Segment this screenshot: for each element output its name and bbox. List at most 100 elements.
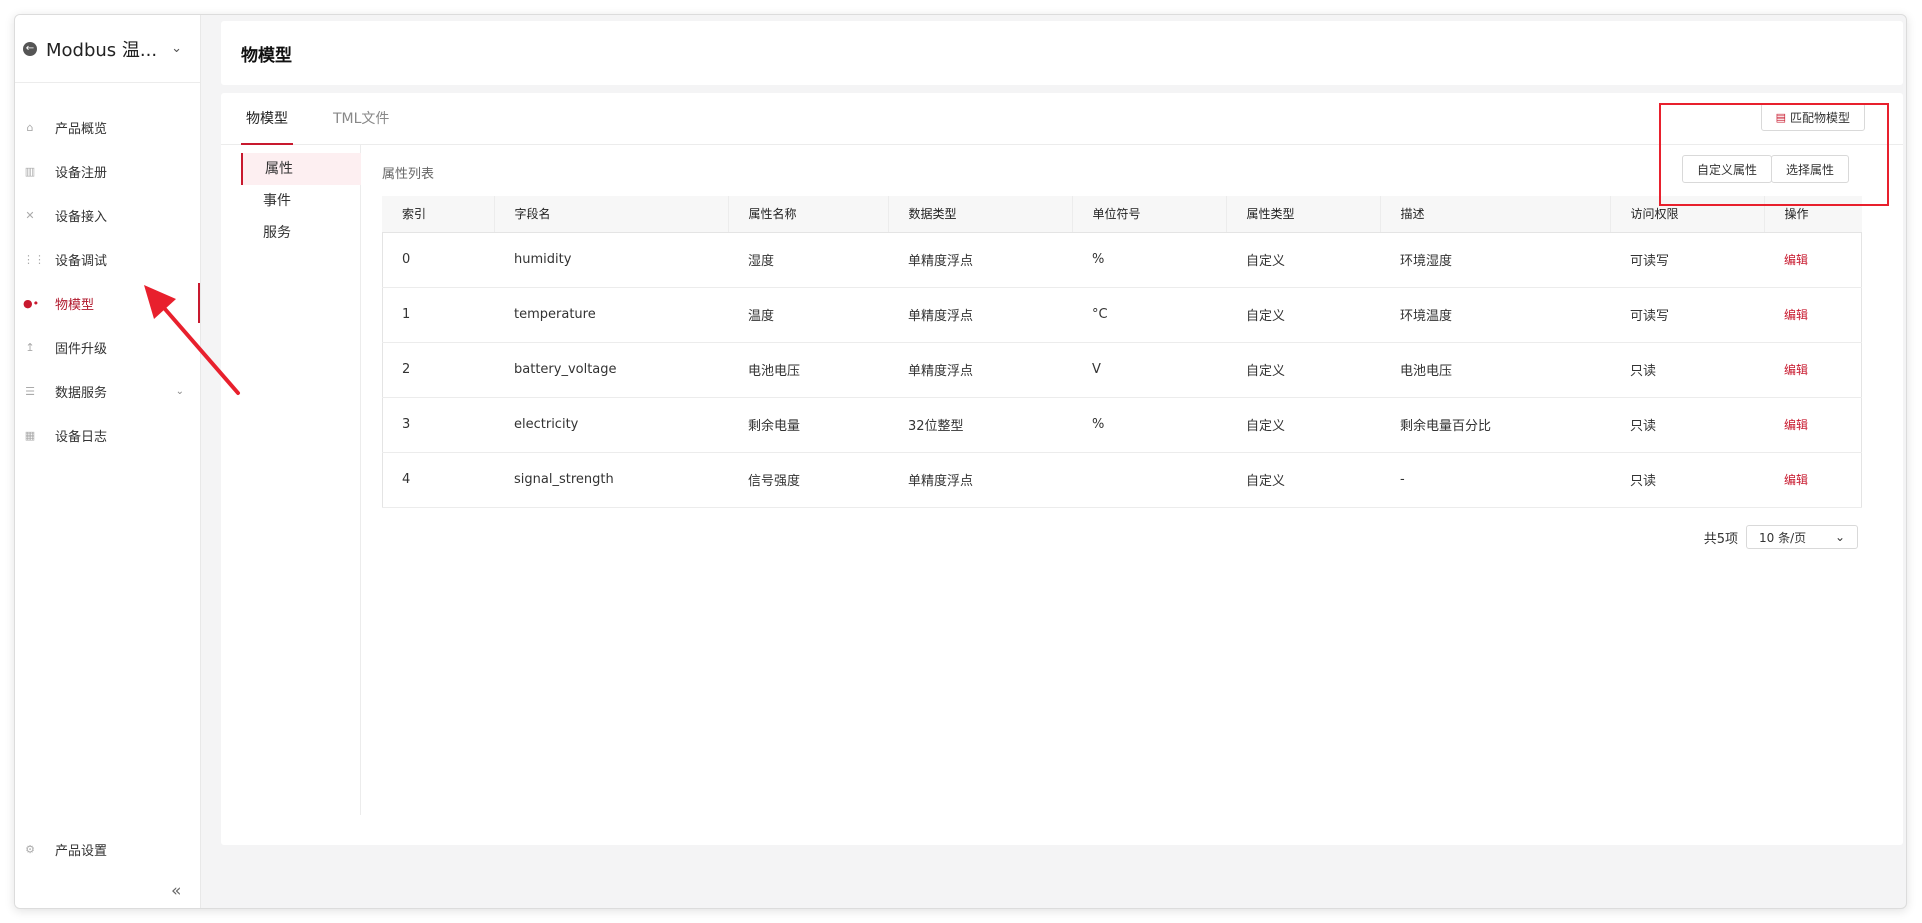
product-switcher[interactable]: ← Modbus 温... ⌄ — [15, 15, 200, 83]
sidebar-item-label: 产品设置 — [55, 844, 108, 859]
cell-property-name: 剩余电量 — [728, 397, 888, 453]
cell-property-type: 自定义 — [1226, 342, 1380, 398]
col-index: 索引 — [382, 196, 495, 233]
cell-actions: 编辑 — [1764, 232, 1862, 288]
sliders-icon: ⋮⋮ — [23, 252, 45, 266]
cell-description: 环境湿度 — [1380, 232, 1610, 288]
table-header-row: 索引 字段名 属性名称 数据类型 单位符号 属性类型 描述 访问权限 操作 — [382, 196, 1862, 233]
col-unit: 单位符号 — [1072, 196, 1227, 233]
tab-thing-model[interactable]: 物模型 — [241, 93, 293, 145]
connect-icon: ✕ — [25, 208, 35, 222]
page-size-select[interactable]: 10 条/页 ⌄ — [1746, 525, 1858, 549]
subnav-events[interactable]: 事件 — [241, 185, 361, 217]
cell-property-name: 信号强度 — [728, 452, 888, 508]
total-count: 共5项 — [1703, 531, 1738, 547]
sidebar-item-label: 设备接入 — [55, 209, 108, 225]
subnav-services[interactable]: 服务 — [241, 217, 361, 249]
col-description: 描述 — [1380, 196, 1611, 233]
sidebar-item-settings[interactable]: ⚙ 产品设置 — [23, 840, 107, 859]
cell-data-type: 单精度浮点 — [888, 452, 1072, 508]
list-title: 属性列表 — [382, 167, 435, 182]
cell-actions: 编辑 — [1764, 342, 1862, 398]
gear-icon: ⚙ — [25, 843, 35, 856]
cell-access: 只读 — [1610, 397, 1764, 453]
table-row: 4 signal_strength 信号强度 单精度浮点 自定义 - 只读 编辑 — [382, 452, 1862, 508]
cell-property-type: 自定义 — [1226, 397, 1380, 453]
cell-property-type: 自定义 — [1226, 232, 1380, 288]
cell-field-name: temperature — [494, 287, 728, 343]
cell-property-type: 自定义 — [1226, 287, 1380, 343]
product-title: Modbus 温... — [46, 39, 158, 61]
subnav-properties[interactable]: 属性 — [241, 153, 361, 185]
table-row: 0 humidity 湿度 单精度浮点 % 自定义 环境湿度 可读写 编辑 — [382, 232, 1862, 288]
cell-access: 可读写 — [1610, 232, 1764, 288]
table-row: 1 temperature 温度 单精度浮点 °C 自定义 环境温度 可读写 编… — [382, 287, 1862, 343]
cell-description: 剩余电量百分比 — [1380, 397, 1610, 453]
cell-unit: V — [1072, 342, 1226, 398]
col-property-type: 属性类型 — [1226, 196, 1381, 233]
cell-field-name: signal_strength — [494, 452, 728, 508]
database-icon: ☰ — [25, 384, 35, 398]
cell-unit: % — [1072, 232, 1226, 288]
cell-property-name: 温度 — [728, 287, 888, 343]
cell-field-name: battery_voltage — [494, 342, 728, 398]
cell-index: 2 — [382, 342, 494, 398]
edit-link[interactable]: 编辑 — [1784, 473, 1808, 487]
sidebar-item-register[interactable]: ▥ 设备注册 — [15, 149, 200, 193]
col-field-name: 字段名 — [494, 196, 729, 233]
col-property-name: 属性名称 — [728, 196, 889, 233]
sidebar-item-label: 设备调试 — [55, 253, 108, 269]
sidebar-item-device-log[interactable]: ▦ 设备日志 — [15, 413, 200, 457]
sidebar-item-label: 物模型 — [55, 297, 95, 313]
chevron-down-icon: ⌄ — [1834, 530, 1845, 544]
cell-field-name: electricity — [494, 397, 728, 453]
double-chevron-left-icon[interactable]: « — [171, 881, 181, 901]
cell-data-type: 32位整型 — [888, 397, 1072, 453]
thing-model-card: 物模型 TML文件 ▤ 匹配物模型 属性 事件 服务 属性列表 自定义属性 选择属… — [221, 93, 1903, 845]
annotation-arrow — [144, 285, 240, 395]
edit-link[interactable]: 编辑 — [1784, 363, 1808, 377]
upload-icon: ↥ — [25, 340, 35, 354]
edit-link[interactable]: 编辑 — [1784, 418, 1808, 432]
model-subnav: 属性 事件 服务 — [221, 145, 361, 815]
cell-access: 只读 — [1610, 452, 1764, 508]
device-register-icon: ▥ — [24, 164, 36, 178]
tab-tml-file[interactable]: TML文件 — [333, 93, 389, 145]
log-icon: ▦ — [24, 428, 36, 442]
page-size-value: 10 条/页 — [1759, 530, 1807, 545]
cell-data-type: 单精度浮点 — [888, 287, 1072, 343]
cell-field-name: humidity — [494, 232, 728, 288]
cell-data-type: 单精度浮点 — [888, 232, 1072, 288]
cell-index: 0 — [382, 232, 494, 288]
edit-link[interactable]: 编辑 — [1784, 308, 1808, 322]
cell-unit — [1072, 452, 1226, 508]
cell-property-name: 湿度 — [728, 232, 888, 288]
table-row: 2 battery_voltage 电池电压 单精度浮点 V 自定义 电池电压 … — [382, 342, 1862, 398]
sidebar-item-label: 产品概览 — [55, 121, 108, 137]
sidebar-item-label: 设备日志 — [55, 429, 108, 445]
cell-unit: °C — [1072, 287, 1226, 343]
property-table: 索引 字段名 属性名称 数据类型 单位符号 属性类型 描述 访问权限 操作 0 … — [382, 196, 1862, 508]
cell-property-type: 自定义 — [1226, 452, 1380, 508]
cell-index: 4 — [382, 452, 494, 508]
cell-unit: % — [1072, 397, 1226, 453]
page-title: 物模型 — [221, 21, 1903, 85]
cell-index: 3 — [382, 397, 494, 453]
sidebar-item-access[interactable]: ✕ 设备接入 — [15, 193, 200, 237]
cell-description: 环境温度 — [1380, 287, 1610, 343]
cell-property-name: 电池电压 — [728, 342, 888, 398]
tab-bar: 物模型 TML文件 ▤ 匹配物模型 — [221, 93, 1903, 145]
sidebar-item-debug[interactable]: ⋮⋮ 设备调试 — [15, 237, 200, 281]
main-area: 物模型 物模型 TML文件 ▤ 匹配物模型 属性 事件 服务 属性列表 自定义属性… — [221, 21, 1903, 845]
back-arrow-circle-icon[interactable]: ← — [23, 41, 37, 56]
cell-index: 1 — [382, 287, 494, 343]
sidebar-item-label: 数据服务 — [55, 385, 108, 401]
pagination: 共5项 10 条/页 ⌄ — [1704, 525, 1858, 549]
arrow-shaft — [156, 299, 240, 395]
edit-link[interactable]: 编辑 — [1784, 253, 1808, 267]
cell-access: 可读写 — [1610, 287, 1764, 343]
chevron-down-icon[interactable]: ⌄ — [171, 41, 182, 56]
sidebar: ← Modbus 温... ⌄ ⌂ 产品概览 ▥ 设备注册 ✕ 设备接入 ⋮⋮ 设备调试… — [15, 15, 201, 908]
sidebar-item-label: 固件升级 — [55, 341, 108, 357]
sidebar-item-overview[interactable]: ⌂ 产品概览 — [15, 105, 200, 149]
